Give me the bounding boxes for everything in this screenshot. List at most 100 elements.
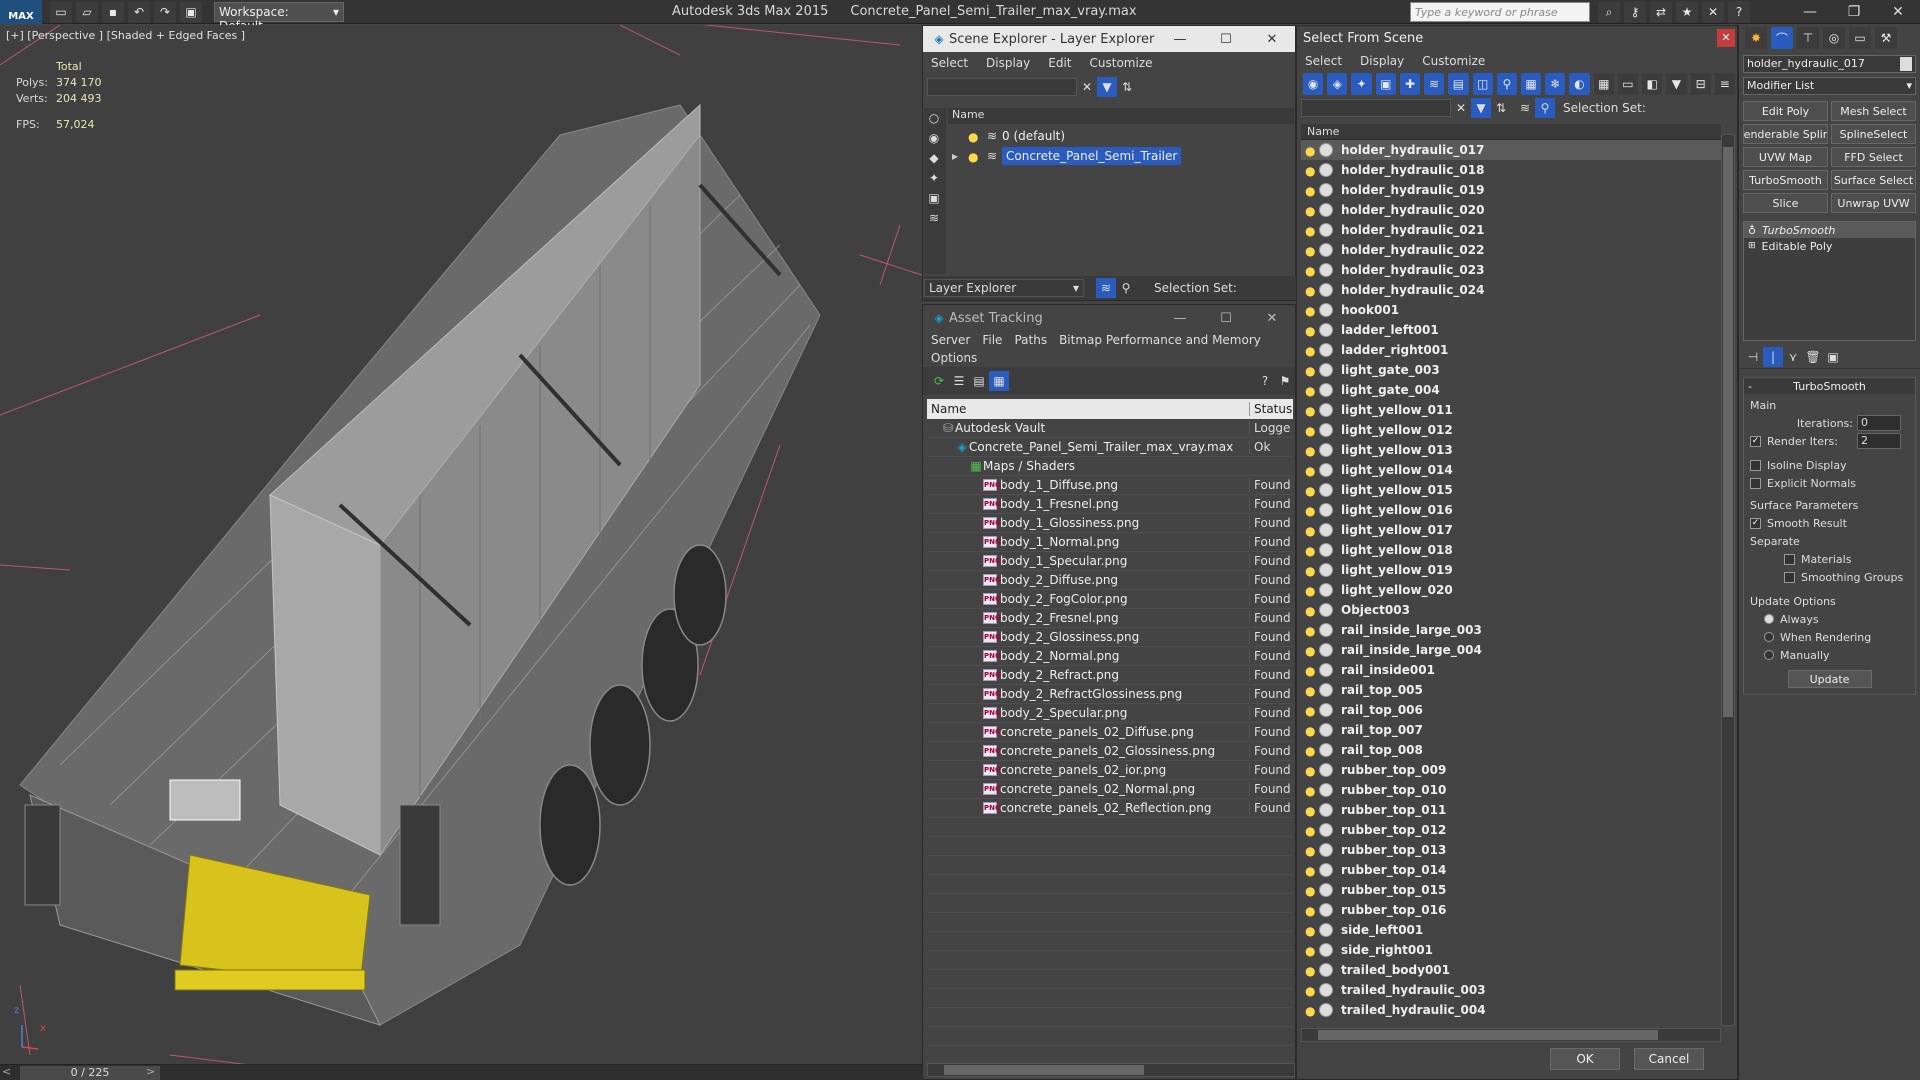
lightbulb-icon[interactable]: ● (1305, 304, 1315, 318)
help-pin-icon[interactable]: ⚑ (1275, 371, 1295, 391)
scrollbar-thumb[interactable] (944, 1065, 1144, 1075)
lightbulb-icon[interactable]: ● (1305, 784, 1315, 798)
help-icon[interactable]: ? (1728, 1, 1750, 23)
asset-row[interactable]: ◈ Concrete_Panel_Semi_Trailer_max_vray.ma… (927, 438, 1293, 457)
object-row[interactable]: ● side_right001 (1301, 940, 1721, 960)
stack-item-editable-poly[interactable]: ⊞ Editable Poly (1744, 238, 1915, 254)
object-row[interactable]: ● rubber_top_010 (1301, 780, 1721, 800)
asset-row[interactable]: PNG body_2_Normal.png Found (927, 647, 1293, 666)
explicit-normals-checkbox[interactable] (1750, 477, 1761, 489)
lightbulb-icon[interactable]: ● (1305, 364, 1315, 378)
maximize-icon[interactable]: ☐ (1203, 32, 1249, 47)
workspace-dropdown[interactable]: Workspace: Default ▾ (214, 2, 344, 33)
show-end-result-icon[interactable]: | (1763, 346, 1783, 367)
exchange-icon[interactable]: ⇄ (1650, 1, 1672, 23)
maximize-icon[interactable]: ☐ (1203, 311, 1249, 326)
lightbulb-icon[interactable]: ● (1305, 744, 1315, 758)
help-icon[interactable]: ? (1255, 371, 1275, 391)
select-from-scene-titlebar[interactable]: Select From Scene ✕ (1297, 26, 1737, 50)
close-icon[interactable]: ✕ (1876, 0, 1920, 24)
display-lights-icon[interactable]: ✦ (924, 168, 944, 188)
object-row[interactable]: ● rail_inside001 (1301, 660, 1721, 680)
asset-row[interactable]: PNG body_1_Fresnel.png Found (927, 495, 1293, 514)
object-row[interactable]: ● light_yellow_015 (1301, 480, 1721, 500)
undo-icon[interactable]: ↶ (128, 1, 150, 23)
modifier-list-dropdown[interactable]: Modifier List ▾ (1743, 77, 1916, 95)
lightbulb-icon[interactable]: ● (1305, 884, 1315, 898)
lightbulb-icon[interactable]: ● (1305, 644, 1315, 658)
find-input[interactable] (927, 78, 1077, 96)
asset-row[interactable]: PNG body_2_Glossiness.png Found (927, 628, 1293, 647)
redo-icon[interactable]: ↷ (154, 1, 176, 23)
lightbulb-icon[interactable]: ● (1305, 164, 1315, 178)
asset-tracking-titlebar[interactable]: ◈ Asset Tracking — ☐ ✕ (923, 305, 1295, 331)
new-file-icon[interactable]: ▭ (50, 1, 72, 23)
object-row[interactable]: ● rail_top_005 (1301, 680, 1721, 700)
menu-file[interactable]: File (982, 333, 1002, 347)
lightbulb-icon[interactable]: ● (1305, 544, 1315, 558)
display-cameras-icon[interactable]: ▣ (924, 188, 944, 208)
object-row[interactable]: ● holder_hydraulic_019 (1301, 180, 1721, 200)
menu-select[interactable]: Select (931, 56, 968, 70)
display-none-icon[interactable]: ▭ (1617, 73, 1639, 95)
lightbulb-icon[interactable]: ● (1305, 144, 1315, 158)
modifier-button[interactable]: Slice (1743, 193, 1828, 213)
menu-bitmap-performance[interactable]: Bitmap Performance and Memory (1059, 333, 1261, 347)
open-file-icon[interactable]: ▱ (76, 1, 98, 23)
menu-display[interactable]: Display (1360, 54, 1404, 68)
lightbulb-icon[interactable]: ● (1305, 324, 1315, 338)
shapes-filter-icon[interactable]: ◈ (1327, 73, 1348, 95)
project-icon[interactable]: ▣ (180, 1, 202, 23)
lightbulb-icon[interactable]: ● (1305, 664, 1315, 678)
scrollbar-thumb[interactable] (1723, 147, 1733, 717)
hierarchy-view-icon[interactable]: ⊟ (1690, 73, 1711, 95)
smooth-result-checkbox[interactable]: ✓ (1750, 517, 1761, 529)
list-view-icon[interactable]: ☰ (949, 371, 969, 391)
object-row[interactable]: ● light_yellow_013 (1301, 440, 1721, 460)
object-name-column[interactable]: Name (1307, 125, 1339, 138)
configure-sets-icon[interactable]: ▣ (1823, 347, 1843, 367)
asset-row[interactable]: PNG body_2_RefractGlossiness.png Found (927, 685, 1293, 704)
object-row[interactable]: ● rubber_top_014 (1301, 860, 1721, 880)
when-rendering-radio[interactable] (1764, 632, 1774, 642)
update-button[interactable]: Update (1787, 670, 1872, 688)
cancel-button[interactable]: Cancel (1634, 1048, 1704, 1070)
lightbulb-icon[interactable]: ● (1305, 424, 1315, 438)
object-row[interactable]: ● light_yellow_020 (1301, 580, 1721, 600)
asset-row[interactable]: PNG body_2_Specular.png Found (927, 704, 1293, 723)
layer-row-trailer[interactable]: ▸ ● ≋ Concrete_Panel_Semi_Trailer (948, 146, 1294, 166)
clear-icon[interactable]: ✕ (1077, 77, 1097, 97)
lightbulb-icon[interactable]: ● (1305, 1004, 1315, 1018)
render-iters-spinner[interactable]: 2 (1857, 433, 1901, 449)
manually-radio[interactable] (1764, 650, 1774, 660)
lightbulb-icon[interactable]: ● (1305, 844, 1315, 858)
menu-server[interactable]: Server (931, 333, 970, 347)
lightbulb-icon[interactable]: ● (1305, 764, 1315, 778)
menu-options[interactable]: Options (931, 351, 977, 365)
lightbulb-icon[interactable]: ● (968, 130, 978, 144)
object-row[interactable]: ● light_yellow_016 (1301, 500, 1721, 520)
lightbulb-icon[interactable]: ● (1305, 224, 1315, 238)
next-frame-icon[interactable]: > (146, 1065, 155, 1078)
lightbulb-icon[interactable]: ● (1305, 684, 1315, 698)
close-icon[interactable]: ✕ (1249, 311, 1295, 326)
lightbulb-icon[interactable]: ● (1305, 864, 1315, 878)
lightbulb-icon[interactable]: ● (1305, 924, 1315, 938)
lightbulb-icon[interactable]: ● (1305, 824, 1315, 838)
asset-row[interactable]: PNG concrete_panels_02_ior.png Found (927, 761, 1293, 780)
vertical-scrollbar[interactable] (1721, 134, 1735, 1026)
object-row[interactable]: ● holder_hydraulic_020 (1301, 200, 1721, 220)
table-view-icon[interactable]: ▦ (989, 371, 1009, 391)
modifier-button[interactable]: Edit Poly (1743, 101, 1828, 121)
lightbulb-icon[interactable]: ● (1305, 724, 1315, 738)
time-slider[interactable]: < 0 / 225 > (0, 1064, 922, 1080)
menu-paths[interactable]: Paths (1014, 333, 1047, 347)
object-row[interactable]: ● rubber_top_016 (1301, 900, 1721, 920)
object-row[interactable]: ● holder_hydraulic_024 (1301, 280, 1721, 300)
viewport-label[interactable]: [+] [Perspective ] [Shaded + Edged Faces… (6, 29, 245, 42)
modifier-button[interactable]: Mesh Select (1831, 101, 1916, 121)
horizontal-scrollbar[interactable] (1301, 1028, 1721, 1042)
binoculars-icon[interactable]: ⌕ (1598, 1, 1620, 23)
asset-row[interactable]: PNG concrete_panels_02_Glossiness.png Foun… (927, 742, 1293, 761)
layers-icon[interactable]: ≋ (1515, 98, 1535, 118)
